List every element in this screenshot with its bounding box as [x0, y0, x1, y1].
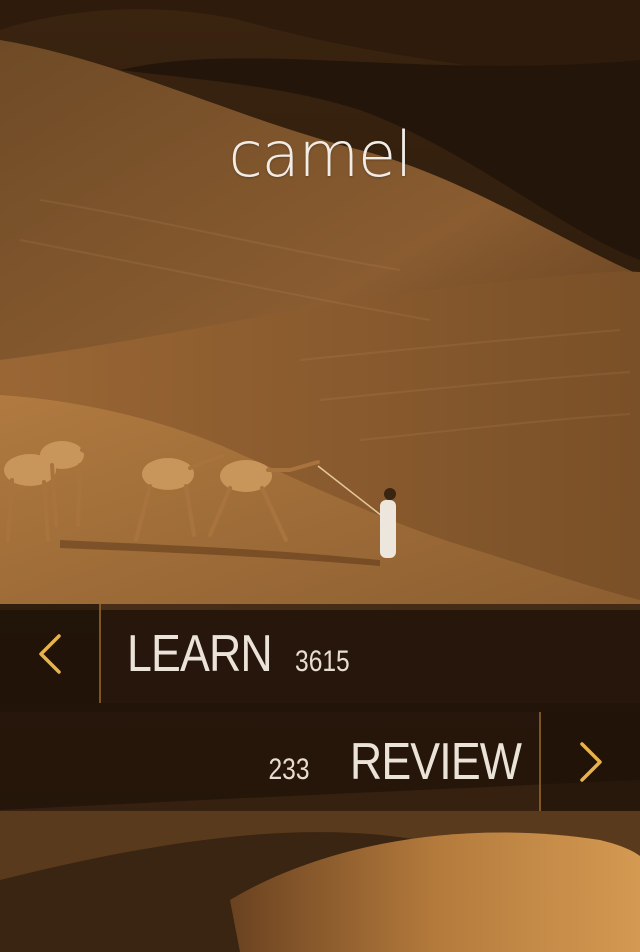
chevron-left-icon	[38, 633, 61, 674]
review-label: REVIEW	[349, 732, 522, 791]
prev-button[interactable]	[0, 604, 101, 703]
review-bar[interactable]: 233 REVIEW	[0, 712, 640, 811]
learn-count: 3615	[295, 644, 351, 678]
learn-button[interactable]: LEARN 3615	[127, 624, 356, 684]
next-button[interactable]	[539, 712, 640, 811]
learn-label: LEARN	[127, 624, 273, 683]
review-button[interactable]: 233 REVIEW	[264, 732, 522, 792]
vocabulary-word: camel	[228, 118, 413, 191]
review-count: 233	[268, 752, 310, 786]
learn-bar[interactable]: LEARN 3615	[0, 604, 640, 703]
chevron-right-icon	[579, 741, 602, 782]
